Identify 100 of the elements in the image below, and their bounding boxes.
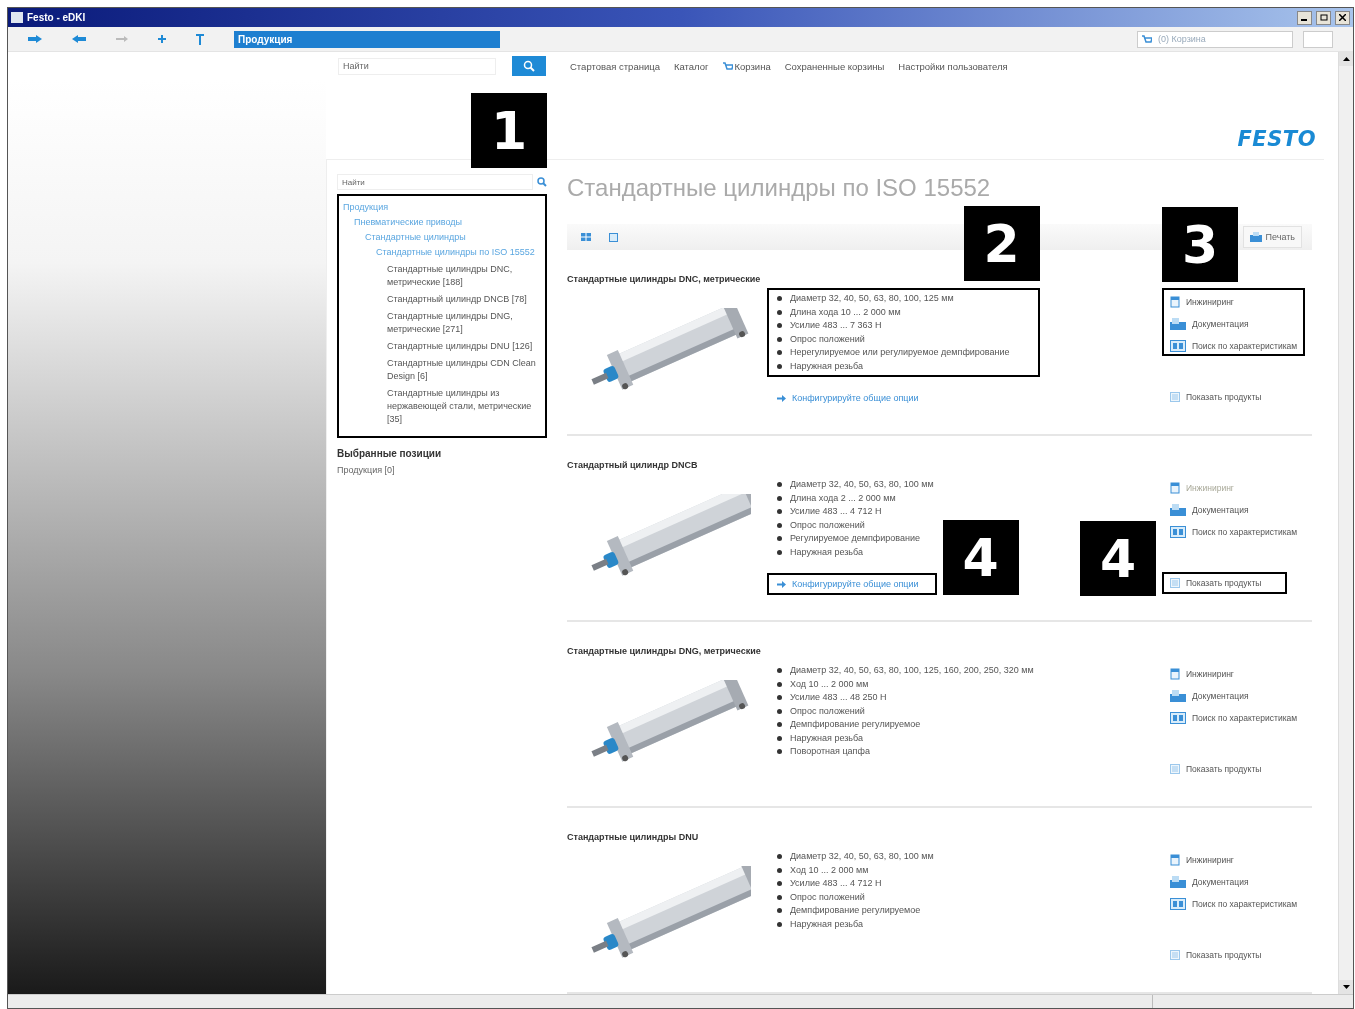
feature-item: Наружная резьба [777,917,934,931]
tree-item[interactable]: Стандартные цилиндры из нержавеющей стали, метрические [35] [387,387,541,426]
search-field[interactable]: Найти [338,57,496,75]
callout-number: 2 [963,206,1040,281]
section-heading: Выбранные позиции [337,448,443,459]
address-field[interactable]: Продукция [234,30,500,48]
table-icon [1170,340,1186,352]
folder-icon [1170,876,1186,888]
back-arrow-icon[interactable] [72,35,86,43]
feature-item: Поворотная цапфа [777,745,1034,759]
list-view-icon[interactable] [609,232,618,242]
product-title: Стандартные цилиндры DNG, метрические [567,646,762,658]
folder-icon [1170,504,1186,516]
feature-item: Ход 10 ... 2 000 мм [777,677,1034,691]
callout-number: 4 [942,520,1019,595]
feature-item: Диаметр 32, 40, 50, 63, 80, 100, 125, 160, 200, 250, 320 мм [777,664,1034,678]
feature-item: Опрос положений [777,890,934,904]
arrow-icon [777,580,786,588]
feature-item: Опрос положений [777,332,1010,346]
minimize-icon[interactable] [1297,10,1312,25]
logo: FESTO [1237,127,1316,151]
show-products-link[interactable]: Показать продукты [1170,764,1262,774]
action-link[interactable]: Поиск по характеристикам [1170,340,1298,352]
feature-item: Демпфирование регулируемое [777,904,934,918]
arrow-icon[interactable] [116,36,128,42]
action-link[interactable]: Документация [1170,690,1298,702]
folder-icon [1170,318,1186,330]
search-icon [523,60,535,72]
list-icon [1170,950,1180,960]
feature-item: Усилие 483 ... 7 363 Н [777,319,1010,333]
arrow-icon [777,394,786,402]
table-icon [1170,712,1186,724]
list-icon [1170,392,1180,402]
action-link[interactable]: Документация [1170,876,1298,888]
feature-item: Диаметр 32, 40, 50, 63, 80, 100, 125 мм [777,292,1010,306]
list-icon [1170,764,1180,774]
feature-item: Усилие 483 ... 4 712 Н [777,505,934,519]
show-products-link[interactable]: Показать продукты [1170,950,1262,960]
product-title: Стандартный цилиндр DNCB [567,460,699,472]
feature-item: Регулируемое демпфирование [777,532,934,546]
search-field[interactable]: Найти [337,174,533,190]
nav-link[interactable]: Каталог [673,60,709,72]
nav-link[interactable]: Корзина [722,60,771,72]
feature-item: Диаметр 32, 40, 50, 63, 80, 100 мм [777,850,934,864]
feature-item: Наружная резьба [777,359,1010,373]
feature-item: Усилие 483 ... 48 250 Н [777,691,1034,705]
action-link[interactable]: Поиск по характеристикам [1170,712,1298,724]
input-field[interactable] [1303,30,1333,48]
feature-item: Ход 10 ... 2 000 мм [777,863,934,877]
list-icon [1170,578,1180,588]
close-icon[interactable] [1335,10,1350,25]
scroll-down-icon[interactable] [1339,980,1353,994]
window-title: Festo - eDKI [27,12,86,23]
tree-item[interactable]: Стандартный цилиндр DNCB [78] [387,293,541,306]
folder-icon [1170,690,1186,702]
maximize-icon[interactable] [1316,10,1331,25]
selected-item-link[interactable]: Продукция [0] [337,465,547,475]
search-icon[interactable] [537,177,547,187]
feature-item: Наружная резьба [777,545,934,559]
tree-item[interactable]: Стандартные цилиндры DNG, метрические [271] [387,310,541,336]
document-icon [1170,296,1180,308]
nav-link[interactable]: Стартовая страница [570,60,660,72]
tree-item[interactable]: Стандартные цилиндры CDN Clean Design [6] [387,357,541,383]
document-icon [1170,854,1180,866]
callout-number: 1 [471,93,547,168]
print-button[interactable]: Печать [1242,226,1302,248]
app-icon [11,12,23,23]
forward-arrow-icon[interactable] [28,35,42,43]
action-link[interactable]: Документация [1170,504,1298,516]
feature-item: Демпфирование регулируемое [777,718,1034,732]
action-link[interactable]: Документация [1170,318,1298,330]
feature-item: Опрос положений [777,518,934,532]
search-button[interactable] [512,56,546,76]
tree-item[interactable]: Стандартные цилиндры DNU [126] [387,340,541,353]
feature-item: Нерегулируемое или регулируемое демпфирование [777,346,1010,360]
configure-link[interactable]: Конфигурируйте общие опции [777,393,919,403]
feature-item: Опрос положений [777,704,1034,718]
action-link[interactable]: Поиск по характеристикам [1170,526,1298,538]
callout-number: 4 [1080,521,1156,596]
plus-icon[interactable] [158,35,166,43]
action-link[interactable]: Инжиниринг [1170,854,1298,866]
tree-item[interactable]: Стандартные цилиндры DNC, метрические [188] [387,263,541,289]
show-products-link[interactable]: Показать продукты [1170,392,1262,402]
action-link[interactable]: Инжиниринг [1170,668,1298,680]
grid-view-icon[interactable] [581,233,591,241]
page-title: Стандартные цилиндры по ISO 15552 [567,174,992,203]
product-title: Стандартные цилиндры DNU [567,832,700,844]
feature-item: Длина хода 10 ... 2 000 мм [777,305,1010,319]
action-link[interactable]: Инжиниринг [1170,296,1298,308]
product-title: Стандартные цилиндры DNC, метрические [567,274,762,286]
feature-item: Длина хода 2 ... 2 000 мм [777,491,934,505]
cart-icon [722,61,733,71]
nav-link[interactable]: Сохраненные корзины [784,60,885,72]
document-icon [1170,482,1180,494]
nav-link[interactable]: Настройки пользователя [898,60,1008,72]
feature-item: Диаметр 32, 40, 50, 63, 80, 100 мм [777,478,934,492]
scroll-up-icon[interactable] [1339,52,1353,66]
action-link[interactable]: Поиск по характеристикам [1170,898,1298,910]
document-icon [1170,668,1180,680]
scrollbar[interactable] [1338,52,1353,994]
